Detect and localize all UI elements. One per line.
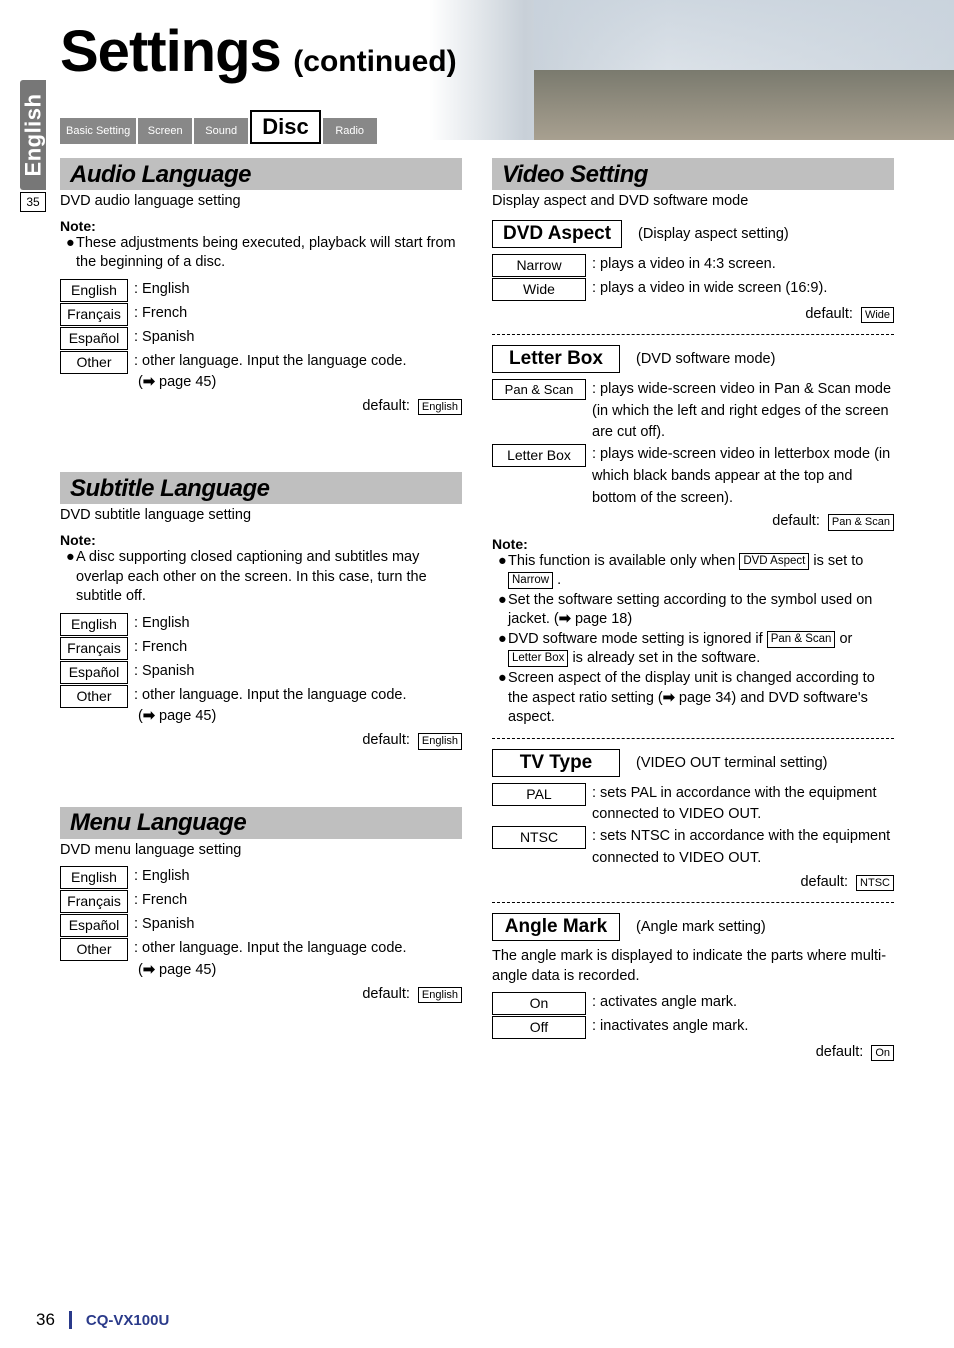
- arrow-icon: ➡: [559, 611, 571, 627]
- page-title: Settings (continued): [60, 18, 457, 85]
- audio-language-head: Audio Language: [60, 158, 462, 190]
- menu-language-head: Menu Language: [60, 807, 462, 839]
- opt-english: English : English: [60, 866, 462, 890]
- opt-francais: Français : French: [60, 303, 462, 327]
- menu-default: default: English: [60, 986, 462, 1004]
- subtitle-language-sub: DVD subtitle language setting: [60, 506, 462, 526]
- video-note-3: ● DVD software mode setting is ignored i…: [498, 630, 894, 669]
- title-main: Settings: [60, 19, 281, 84]
- right-column: Video Setting Display aspect and DVD sof…: [492, 158, 894, 1308]
- angle-desc: The angle mark is displayed to indicate …: [492, 947, 894, 986]
- video-note-2: ● Set the software setting according to …: [498, 591, 894, 630]
- settings-tab-row: Basic Setting Screen Sound Disc Radio: [60, 110, 377, 144]
- side-page-ref: 35: [20, 192, 46, 212]
- title-continued: (continued): [293, 45, 456, 78]
- opt-narrow: Narrow : plays a video in 4:3 screen.: [492, 254, 894, 278]
- letterbox-default: default: Pan & Scan: [492, 513, 894, 531]
- opt-on: On : activates angle mark.: [492, 992, 894, 1016]
- opt-off: Off : inactivates angle mark.: [492, 1016, 894, 1040]
- subtitle-language-head: Subtitle Language: [60, 472, 462, 504]
- arrow-icon: ➡: [143, 708, 155, 724]
- note-label: Note:: [60, 218, 462, 234]
- angle-mark-head: Angle Mark (Angle mark setting): [492, 913, 894, 941]
- opt-espanol: Español : Spanish: [60, 914, 462, 938]
- content-area: Audio Language DVD audio language settin…: [60, 158, 894, 1308]
- tab-sound[interactable]: Sound: [194, 118, 248, 144]
- tab-disc[interactable]: Disc: [250, 110, 320, 144]
- opt-ntsc: NTSC : sets NTSC in accordance with the …: [492, 826, 894, 870]
- divider: [492, 738, 894, 739]
- tab-radio[interactable]: Radio: [323, 118, 377, 144]
- bullet-icon: ●: [498, 552, 508, 591]
- bullet-icon: ●: [498, 669, 508, 728]
- opt-francais: Français : French: [60, 890, 462, 914]
- note-label: Note:: [492, 536, 894, 552]
- opt-english: English : English: [60, 279, 462, 303]
- audio-language-sub: DVD audio language setting: [60, 192, 462, 212]
- opt-other: Other : other language. Input the langua…: [60, 685, 462, 729]
- page-number: 36: [36, 1310, 55, 1330]
- opt-espanol: Español : Spanish: [60, 327, 462, 351]
- video-note-1: ● This function is available only when D…: [498, 552, 894, 591]
- letter-box-head: Letter Box (DVD software mode): [492, 345, 894, 373]
- side-language-tab: English: [20, 80, 46, 190]
- subtitle-options: English : English Français : French Espa…: [60, 613, 462, 729]
- tvtype-default: default: NTSC: [492, 874, 894, 892]
- opt-pan-scan: Pan & Scan : plays wide-screen video in …: [492, 379, 894, 444]
- tab-screen[interactable]: Screen: [138, 118, 192, 144]
- bullet-icon: ●: [66, 234, 76, 273]
- menu-language-sub: DVD menu language setting: [60, 841, 462, 861]
- opt-pal: PAL : sets PAL in accordance with the eq…: [492, 783, 894, 827]
- model-number: CQ-VX100U: [86, 1312, 169, 1329]
- opt-wide: Wide : plays a video in wide screen (16:…: [492, 278, 894, 302]
- tv-type-head: TV Type (VIDEO OUT terminal setting): [492, 749, 894, 777]
- opt-francais: Français : French: [60, 637, 462, 661]
- tab-basic-setting[interactable]: Basic Setting: [60, 118, 136, 144]
- audio-note: ● These adjustments being executed, play…: [66, 234, 462, 273]
- dvd-aspect-head: DVD Aspect (Display aspect setting): [492, 220, 894, 248]
- subtitle-note: ● A disc supporting closed captioning an…: [66, 548, 462, 607]
- left-column: Audio Language DVD audio language settin…: [60, 158, 462, 1308]
- dvd-aspect-default: default: Wide: [492, 306, 894, 324]
- opt-letterbox: Letter Box : plays wide-screen video in …: [492, 444, 894, 509]
- audio-options: English : English Français : French Espa…: [60, 279, 462, 395]
- footer: 36 CQ-VX100U: [36, 1310, 169, 1330]
- opt-other: Other : other language. Input the langua…: [60, 938, 462, 982]
- video-setting-head: Video Setting: [492, 158, 894, 190]
- divider: [492, 902, 894, 903]
- note-label: Note:: [60, 532, 462, 548]
- footer-bar-icon: [69, 1311, 72, 1329]
- bullet-icon: ●: [498, 591, 508, 630]
- bullet-icon: ●: [66, 548, 76, 607]
- video-note-4: ● Screen aspect of the display unit is c…: [498, 669, 894, 728]
- divider: [492, 334, 894, 335]
- arrow-icon: ➡: [143, 374, 155, 390]
- menu-options: English : English Français : French Espa…: [60, 866, 462, 982]
- opt-english: English : English: [60, 613, 462, 637]
- opt-espanol: Español : Spanish: [60, 661, 462, 685]
- angle-default: default: On: [492, 1044, 894, 1062]
- bullet-icon: ●: [498, 630, 508, 669]
- subtitle-default: default: English: [60, 732, 462, 750]
- arrow-icon: ➡: [663, 690, 675, 706]
- audio-default: default: English: [60, 398, 462, 416]
- opt-other: Other : other language. Input the langua…: [60, 351, 462, 395]
- side-language-label: English: [20, 94, 46, 177]
- arrow-icon: ➡: [143, 962, 155, 978]
- video-setting-sub: Display aspect and DVD software mode: [492, 192, 894, 212]
